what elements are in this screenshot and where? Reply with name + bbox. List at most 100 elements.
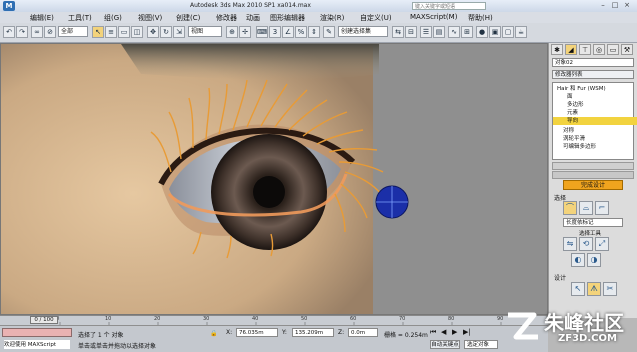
prompt-text: 单击或单击并拖动以选择对象	[78, 343, 157, 350]
curve-editor-icon[interactable]: ∿	[448, 26, 460, 38]
close-icon[interactable]: ×	[622, 1, 632, 10]
menu-edit[interactable]: 编辑(E)	[30, 13, 54, 23]
grid-size-text: 栅格 = 0.254m	[384, 332, 428, 339]
watermark-title: 朱峰社区	[544, 311, 624, 335]
y-label: Y:	[282, 329, 287, 336]
stack-item-polygon[interactable]: 多边形	[553, 101, 637, 109]
stack-item-element[interactable]: 元素	[553, 109, 637, 117]
modify-tab-icon[interactable]: ◢	[565, 44, 577, 55]
menu-views[interactable]: 视图(V)	[138, 13, 162, 23]
help-search-input[interactable]: 键入关键字或短语	[412, 2, 486, 10]
spinner-snap-icon[interactable]: ⇕	[308, 26, 320, 38]
redo-icon[interactable]: ↷	[16, 26, 28, 38]
select-root-icon[interactable]: ⌐	[595, 201, 609, 215]
stack-item-editable-poly[interactable]: 可编辑多边形	[553, 143, 637, 151]
key-goto-start-icon[interactable]: ⏮	[430, 328, 439, 337]
rendered-frame-icon[interactable]: ▢	[502, 26, 514, 38]
link-icon[interactable]: ∞	[31, 26, 43, 38]
stack-item-hair-fur[interactable]: Hair 和 Fur (WSM)	[553, 85, 637, 93]
align-icon[interactable]: ⊟	[405, 26, 417, 38]
undo-icon[interactable]: ↶	[3, 26, 15, 38]
selection-mode-dropdown[interactable]: 长度依标记	[563, 218, 623, 227]
modifier-list-dropdown[interactable]: 修改器列表	[552, 70, 634, 79]
key-prev-icon[interactable]: ◀	[441, 328, 450, 337]
menu-modifiers[interactable]: 修改器	[216, 13, 237, 23]
stack-item-guides[interactable]: 导向	[553, 117, 637, 125]
utilities-tab-icon[interactable]: ⚒	[621, 44, 633, 55]
finish-styling-button[interactable]: 完成设计	[563, 180, 623, 190]
angle-snap-icon[interactable]: ∠	[282, 26, 294, 38]
stack-item-symmetry[interactable]: 对称	[553, 127, 637, 135]
schematic-view-icon[interactable]: ⊞	[461, 26, 473, 38]
menu-graph-editors[interactable]: 图形编辑器	[270, 13, 305, 23]
reference-coord-dropdown[interactable]: 视图	[188, 26, 222, 37]
lock-icon[interactable]: 🔒	[210, 330, 217, 337]
z-coord-field[interactable]: 0.0m	[348, 328, 378, 337]
show-hidden-icon[interactable]: ◑	[587, 253, 601, 267]
layer-manager-icon[interactable]: ☰	[420, 26, 432, 38]
styling-rollout-title[interactable]	[552, 171, 634, 179]
unlink-icon[interactable]: ⊘	[44, 26, 56, 38]
expand-selection-icon[interactable]: ⤢	[595, 237, 609, 251]
rect-selection-icon[interactable]: ▭	[118, 26, 130, 38]
perspective-viewport[interactable]	[0, 43, 548, 315]
object-name-field[interactable]: 对象02	[552, 58, 634, 67]
menu-create[interactable]: 创建(C)	[176, 13, 200, 23]
motion-tab-icon[interactable]: ◎	[593, 44, 605, 55]
time-slider[interactable]: 0 / 100	[30, 316, 58, 324]
move-icon[interactable]: ✥	[147, 26, 159, 38]
menu-rendering[interactable]: 渲染(R)	[320, 13, 344, 23]
create-tab-icon[interactable]: ✱	[551, 44, 563, 55]
menu-group[interactable]: 组(G)	[104, 13, 122, 23]
key-play-icon[interactable]: ▶	[452, 328, 461, 337]
stack-item-turbosmooth[interactable]: 涡轮平滑	[553, 135, 637, 143]
manipulate-icon[interactable]: ✢	[239, 26, 251, 38]
pivot-icon[interactable]: ⊕	[226, 26, 238, 38]
menu-tools[interactable]: 工具(T)	[68, 13, 92, 23]
hair-cut-icon[interactable]: ✂	[603, 282, 617, 296]
key-next-icon[interactable]: ▶|	[463, 328, 472, 337]
select-tool-icon[interactable]: ↖	[571, 282, 585, 296]
percent-snap-icon[interactable]: %	[295, 26, 307, 38]
status-bar: 欢迎使用 MAXScript 选择了 1 个 对象 单击或单击并拖动以选择对象 …	[0, 325, 548, 352]
keyboard-shortcut-icon[interactable]: ⌨	[256, 26, 268, 38]
x-coord-field[interactable]: 76.035m	[236, 328, 278, 337]
selected-filter-dropdown[interactable]: 选定对象	[464, 340, 498, 349]
select-guides-icon[interactable]: ⌓	[579, 201, 593, 215]
menu-help[interactable]: 帮助(H)	[468, 13, 493, 23]
menu-maxscript[interactable]: MAXScript(M)	[410, 13, 457, 21]
window-crossing-icon[interactable]: ◫	[131, 26, 143, 38]
maxscript-listener-field[interactable]	[2, 328, 72, 337]
command-panel: ✱ ◢ ⊤ ◎ ▭ ⚒ 对象02 修改器列表 Hair 和 Fur (WSM) …	[548, 43, 637, 318]
maximize-icon[interactable]: □	[610, 1, 620, 10]
render-icon[interactable]: ☕	[515, 26, 527, 38]
menu-animation[interactable]: 动画	[246, 13, 260, 23]
z-label: Z:	[338, 329, 345, 336]
rotate-selection-icon[interactable]: ⟲	[579, 237, 593, 251]
graphite-icon[interactable]: ▤	[433, 26, 445, 38]
select-hair-icon[interactable]: ⌒	[563, 201, 577, 215]
app-logo-icon[interactable]: M	[3, 1, 15, 11]
material-editor-icon[interactable]: ●	[476, 26, 488, 38]
display-tab-icon[interactable]: ▭	[607, 44, 619, 55]
selection-filter-dropdown[interactable]: 全部	[58, 26, 88, 37]
hierarchy-tab-icon[interactable]: ⊤	[579, 44, 591, 55]
edit-named-selection-icon[interactable]: ✎	[323, 26, 335, 38]
maxscript-label[interactable]: 欢迎使用 MAXScript	[4, 340, 70, 349]
render-setup-icon[interactable]: ▣	[489, 26, 501, 38]
rotate-icon[interactable]: ↻	[160, 26, 172, 38]
autokey-button[interactable]: 自动关键点	[430, 340, 460, 349]
hair-brush-icon[interactable]: ᗑ	[587, 282, 601, 296]
mirror-icon[interactable]: ⇆	[392, 26, 404, 38]
scale-icon[interactable]: ⇲	[173, 26, 185, 38]
hide-selected-icon[interactable]: ◐	[571, 253, 585, 267]
y-coord-field[interactable]: 135.209m	[292, 328, 334, 337]
select-by-name-icon[interactable]: ≡	[105, 26, 117, 38]
invert-selection-icon[interactable]: ⇋	[563, 237, 577, 251]
select-object-icon[interactable]: ↖	[92, 26, 104, 38]
stack-item-face[interactable]: 面	[553, 93, 637, 101]
minimize-icon[interactable]: –	[598, 1, 608, 10]
snap-icon[interactable]: 3	[269, 26, 281, 38]
menu-customize[interactable]: 自定义(U)	[360, 13, 392, 23]
named-selection-dropdown[interactable]: 创建选择集	[338, 26, 388, 37]
